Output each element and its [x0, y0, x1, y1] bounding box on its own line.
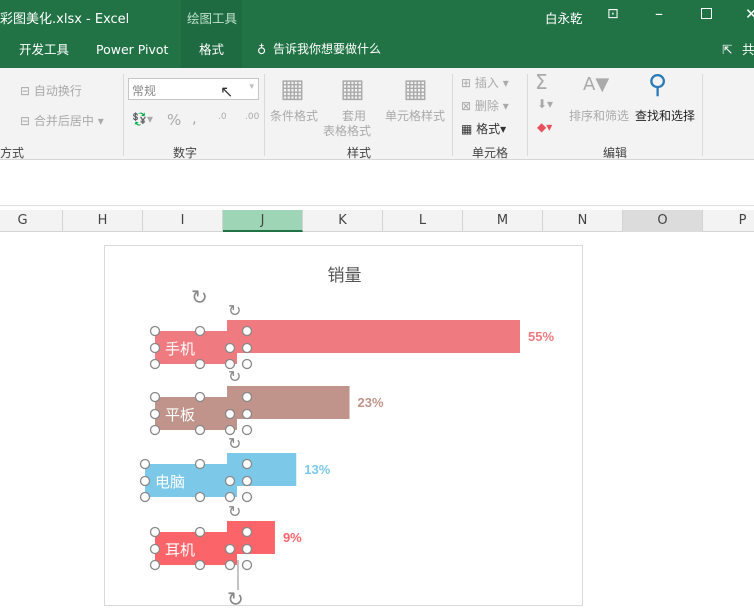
selection-handle[interactable]: [149, 325, 161, 337]
selection-handle[interactable]: [194, 358, 206, 370]
selection-handle[interactable]: [149, 559, 161, 571]
bar-2: [227, 453, 297, 486]
selection-handle[interactable]: [194, 559, 206, 571]
category-label: 电脑: [155, 473, 185, 491]
selection-handle[interactable]: [241, 526, 253, 538]
selection-handle[interactable]: [224, 543, 236, 555]
chart-plot: 55% 手机 ↻ 23% 平板 ↻ 13% 电脑 ↻ 9% 耳机 ↻ ↻ ↻: [139, 285, 554, 611]
selection-handle[interactable]: [224, 559, 236, 571]
selection-handle[interactable]: [241, 408, 253, 420]
selection-handle[interactable]: [149, 424, 161, 436]
category-label: 耳机: [165, 541, 195, 559]
selection-handle[interactable]: [224, 491, 236, 503]
data-label: 13%: [304, 462, 330, 477]
selection-handle[interactable]: [194, 391, 206, 403]
selection-handle[interactable]: [241, 342, 253, 354]
selection-handle[interactable]: [224, 475, 236, 487]
selection-handle[interactable]: [149, 526, 161, 538]
selection-handle[interactable]: [194, 491, 206, 503]
category-label: 平板: [165, 406, 195, 424]
selection-handle[interactable]: [149, 543, 161, 555]
selection-handle[interactable]: [241, 543, 253, 555]
selection-handle[interactable]: [194, 458, 206, 470]
category-label: 手机: [165, 340, 195, 358]
bar-0: [227, 320, 520, 353]
selection-handle[interactable]: [194, 526, 206, 538]
rotate-handle-icon: ↻: [191, 285, 208, 309]
selection-handle[interactable]: [194, 325, 206, 337]
selection-handle[interactable]: [149, 342, 161, 354]
rotate-handle-icon[interactable]: ↻: [228, 367, 241, 386]
rotate-handle-icon[interactable]: ↻: [228, 434, 241, 453]
selection-handle[interactable]: [241, 491, 253, 503]
rotate-handle-icon: ↻: [227, 587, 244, 611]
selection-handle[interactable]: [149, 408, 161, 420]
rotate-handle-icon[interactable]: ↻: [228, 502, 241, 521]
selection-handle[interactable]: [241, 325, 253, 337]
selection-handle[interactable]: [241, 424, 253, 436]
selection-handle[interactable]: [139, 491, 151, 503]
selection-handle[interactable]: [241, 559, 253, 571]
selection-handle[interactable]: [224, 342, 236, 354]
selection-handle[interactable]: [149, 391, 161, 403]
selection-handle[interactable]: [241, 391, 253, 403]
data-label: 55%: [528, 329, 554, 344]
selection-handle[interactable]: [224, 408, 236, 420]
rotate-handle-icon[interactable]: ↻: [228, 301, 241, 320]
selection-handle[interactable]: [139, 458, 151, 470]
selection-handle[interactable]: [241, 475, 253, 487]
data-label: 9%: [283, 530, 302, 545]
selection-handle[interactable]: [241, 458, 253, 470]
selection-handle[interactable]: [139, 475, 151, 487]
selection-handle[interactable]: [241, 358, 253, 370]
selection-handle[interactable]: [149, 358, 161, 370]
selection-handle[interactable]: [194, 424, 206, 436]
data-label: 23%: [358, 395, 384, 410]
